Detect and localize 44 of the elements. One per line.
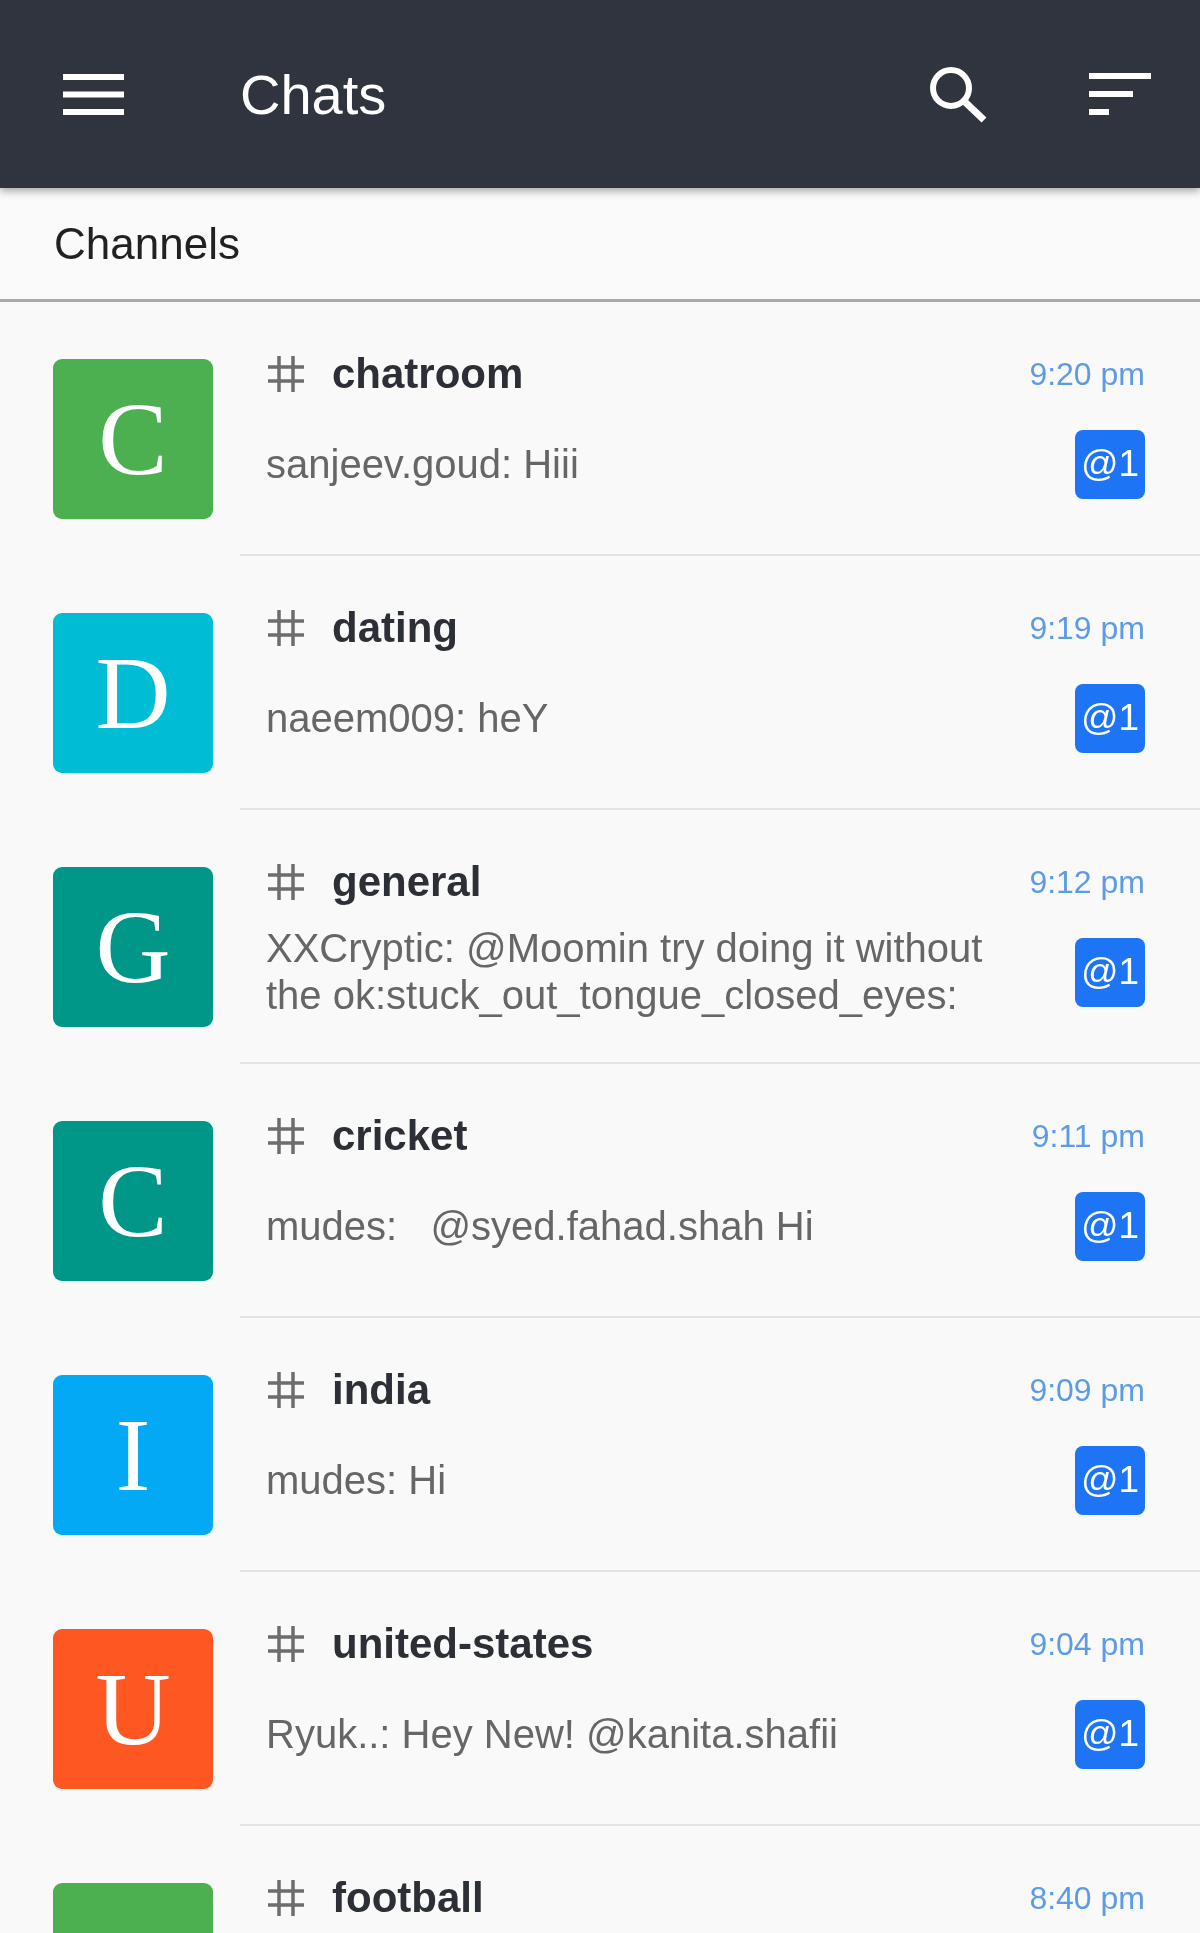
channel-name[interactable]: cricket <box>332 1112 468 1160</box>
message-time: 9:20 pm <box>1029 355 1145 393</box>
channel-name[interactable]: india <box>332 1366 430 1414</box>
mention-badge: @1 <box>1075 1191 1145 1261</box>
hash-icon <box>266 1370 306 1410</box>
message-time: 9:19 pm <box>1029 609 1145 647</box>
hash-icon <box>266 862 306 902</box>
hash-icon <box>266 1116 306 1156</box>
mention-badge: @1 <box>1075 1699 1145 1769</box>
hash-icon <box>266 1624 306 1664</box>
channel-name[interactable]: dating <box>332 604 458 652</box>
message-preview: mudes: @syed.fahad.shah Hi <box>266 1202 814 1250</box>
message-preview: XXCryptic: @Moomin try doing it without the ok:stuck_out_tongue_closed_eyes: <box>266 925 984 1019</box>
message-time: 8:40 pm <box>1029 1879 1145 1917</box>
channel-avatar: C <box>53 1121 213 1281</box>
channel-name[interactable]: united-states <box>332 1620 594 1668</box>
message-time: 9:04 pm <box>1029 1625 1145 1663</box>
message-preview: sanjeev.goud: Hiii <box>266 440 579 488</box>
message-time: 9:11 pm <box>1031 1117 1145 1155</box>
mention-badge: @1 <box>1075 937 1145 1007</box>
message-preview: naeem009: heY <box>266 694 549 742</box>
channel-name[interactable]: football <box>332 1874 484 1922</box>
message-time: 9:12 pm <box>1029 863 1145 901</box>
app-title: Chats <box>240 61 387 127</box>
message-time: 9:09 pm <box>1029 1371 1145 1409</box>
channel-name[interactable]: general <box>332 858 482 906</box>
channel-avatar: D <box>53 613 213 773</box>
mention-badge: @1 <box>1075 1445 1145 1515</box>
hash-icon <box>266 1878 306 1918</box>
sort-icon[interactable] <box>1089 73 1151 115</box>
channel-avatar: U <box>53 1629 213 1789</box>
channel-name[interactable]: chatroom <box>332 350 524 398</box>
channel-avatar: I <box>53 1375 213 1535</box>
hash-icon <box>266 354 306 394</box>
mention-badge: @1 <box>1075 429 1145 499</box>
menu-icon[interactable] <box>63 73 124 115</box>
message-preview: mudes: Hi <box>266 1456 447 1504</box>
message-preview: Ryuk..: Hey New! @kanita.shafii <box>266 1710 838 1758</box>
channel-avatar: G <box>53 867 213 1027</box>
hash-icon <box>266 608 306 648</box>
channel-avatar: C <box>53 359 213 519</box>
search-icon[interactable] <box>928 65 988 123</box>
section-label: Channels <box>54 218 240 269</box>
mention-badge: @1 <box>1075 683 1145 753</box>
